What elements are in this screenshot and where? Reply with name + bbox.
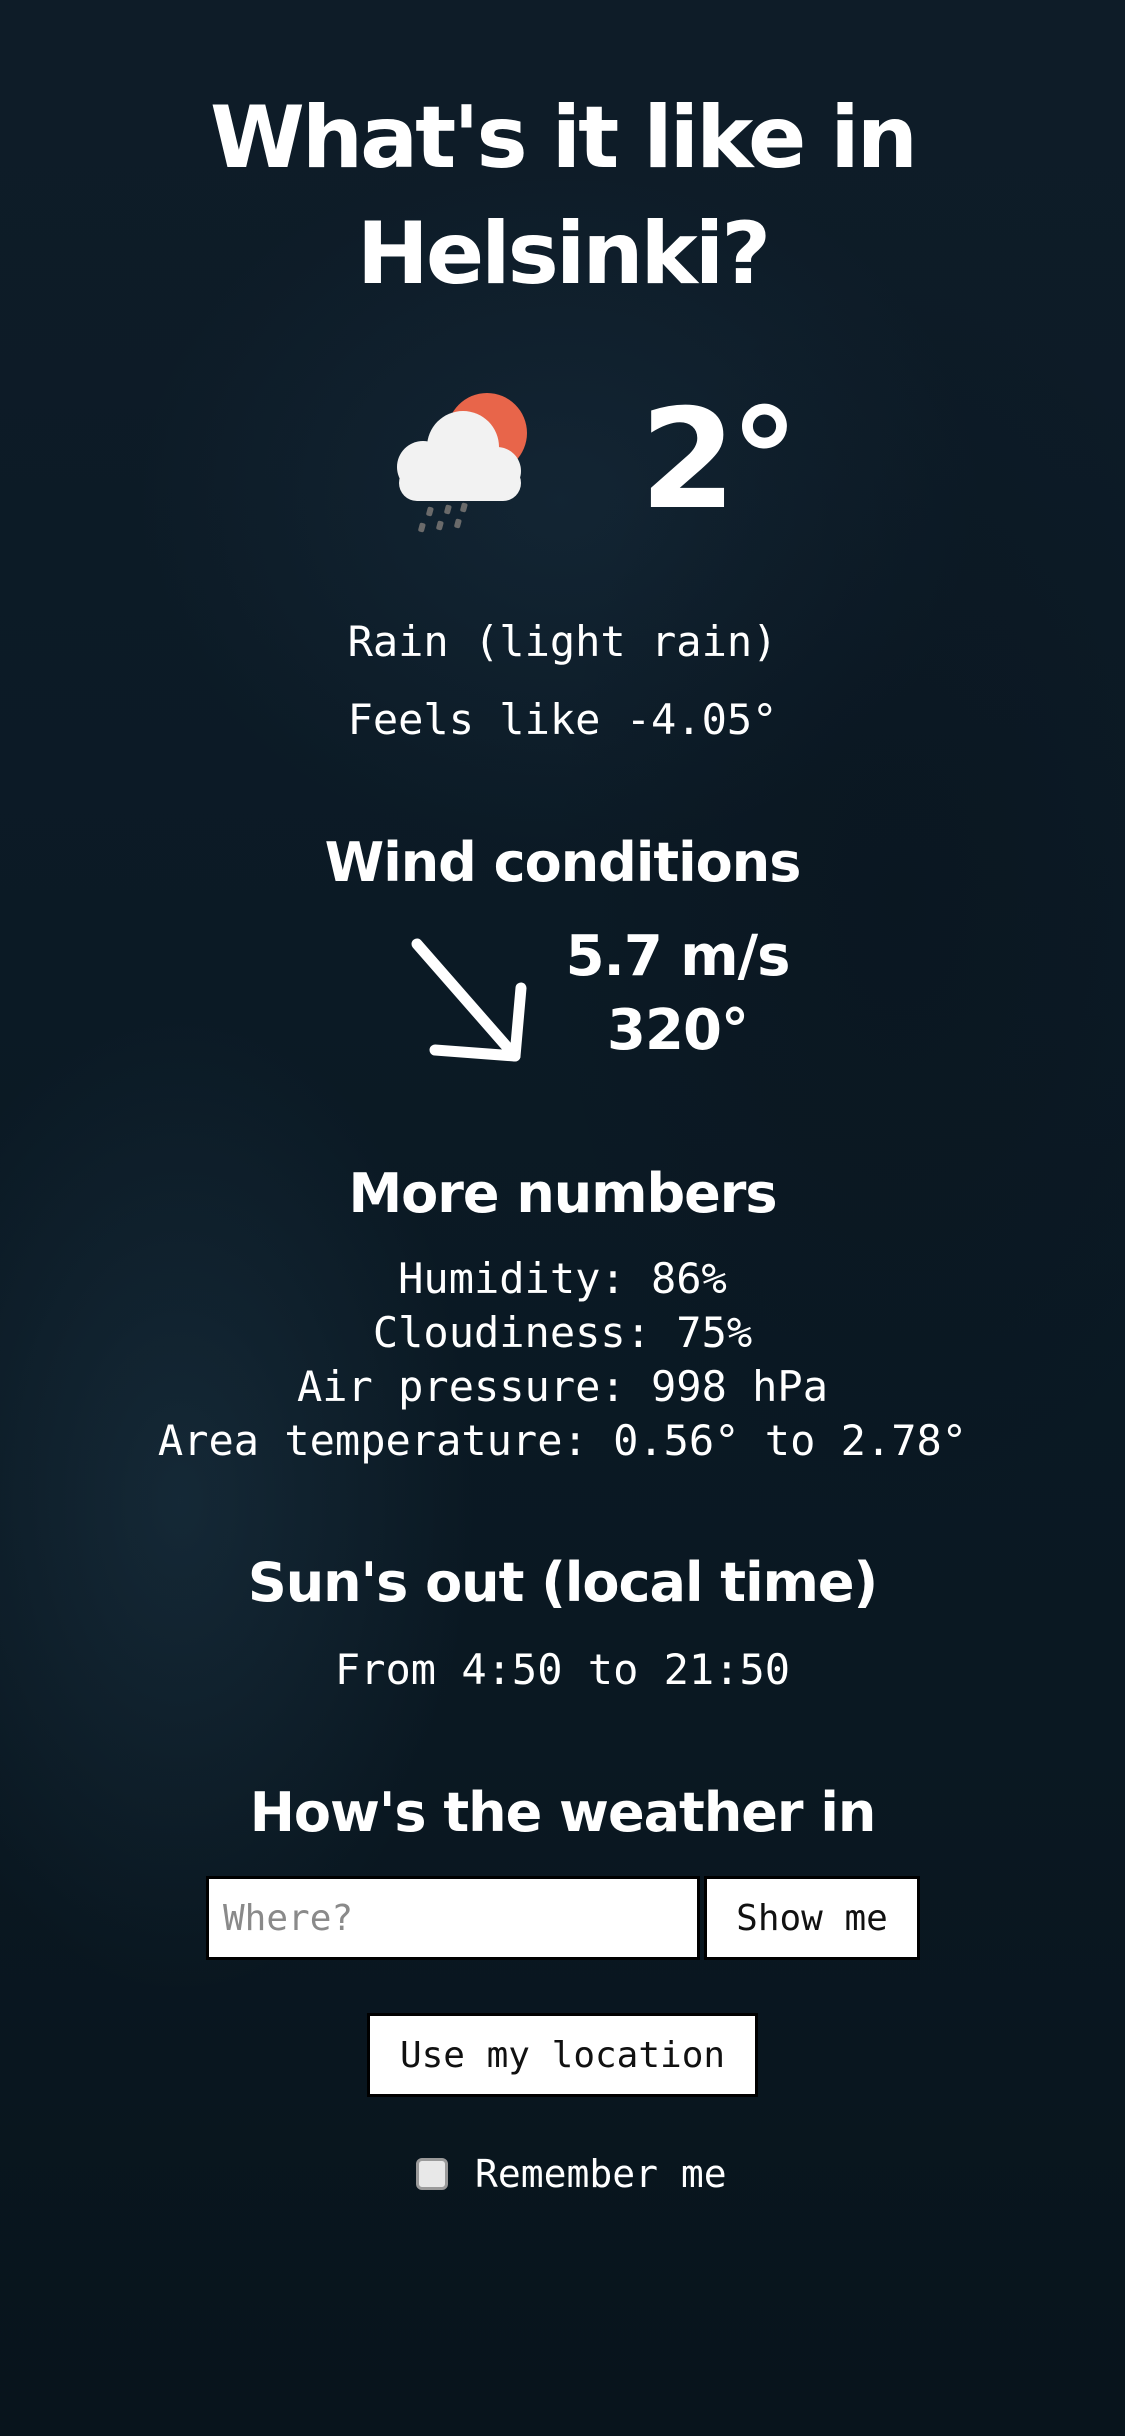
weather-condition: Rain (light rain) bbox=[347, 617, 778, 666]
page-title: What's it like in Helsinki? bbox=[0, 80, 1125, 312]
page-title-line-2: Helsinki? bbox=[356, 204, 771, 304]
feels-like-temperature: Feels like -4.05° bbox=[347, 695, 778, 744]
page-title-line-1: What's it like in bbox=[209, 88, 918, 188]
current-temperature: 2° bbox=[640, 379, 799, 540]
show-me-button[interactable]: Show me bbox=[704, 1876, 920, 1960]
humidity-stat: Humidity: 86% bbox=[398, 1254, 727, 1303]
wind-direction-arrow-icon bbox=[411, 938, 527, 1062]
wind-direction: 320° bbox=[607, 998, 749, 1063]
wind-conditions-heading: Wind conditions bbox=[324, 831, 802, 894]
sun-heading: Sun's out (local time) bbox=[247, 1551, 878, 1614]
air-pressure-stat: Air pressure: 998 hPa bbox=[296, 1362, 828, 1411]
wind-values: 5.7 m/s 320° bbox=[560, 920, 795, 1068]
wind-speed: 5.7 m/s bbox=[565, 924, 791, 989]
location-search-input[interactable] bbox=[206, 1876, 700, 1960]
remember-me-checkbox[interactable] bbox=[416, 2158, 448, 2190]
stats-list: Humidity: 86% Cloudiness: 75% Air pressu… bbox=[0, 1252, 1125, 1468]
cloudiness-stat: Cloudiness: 75% bbox=[372, 1308, 753, 1357]
search-heading: How's the weather in bbox=[249, 1781, 877, 1844]
area-temperature-stat: Area temperature: 0.56° to 2.78° bbox=[157, 1416, 968, 1465]
use-my-location-button[interactable]: Use my location bbox=[367, 2013, 758, 2097]
cloud-sun-rain-icon bbox=[397, 393, 527, 533]
remember-me-label[interactable]: Remember me bbox=[475, 2148, 775, 2200]
more-numbers-heading: More numbers bbox=[348, 1162, 777, 1225]
sun-time-range: From 4:50 to 21:50 bbox=[334, 1645, 791, 1694]
